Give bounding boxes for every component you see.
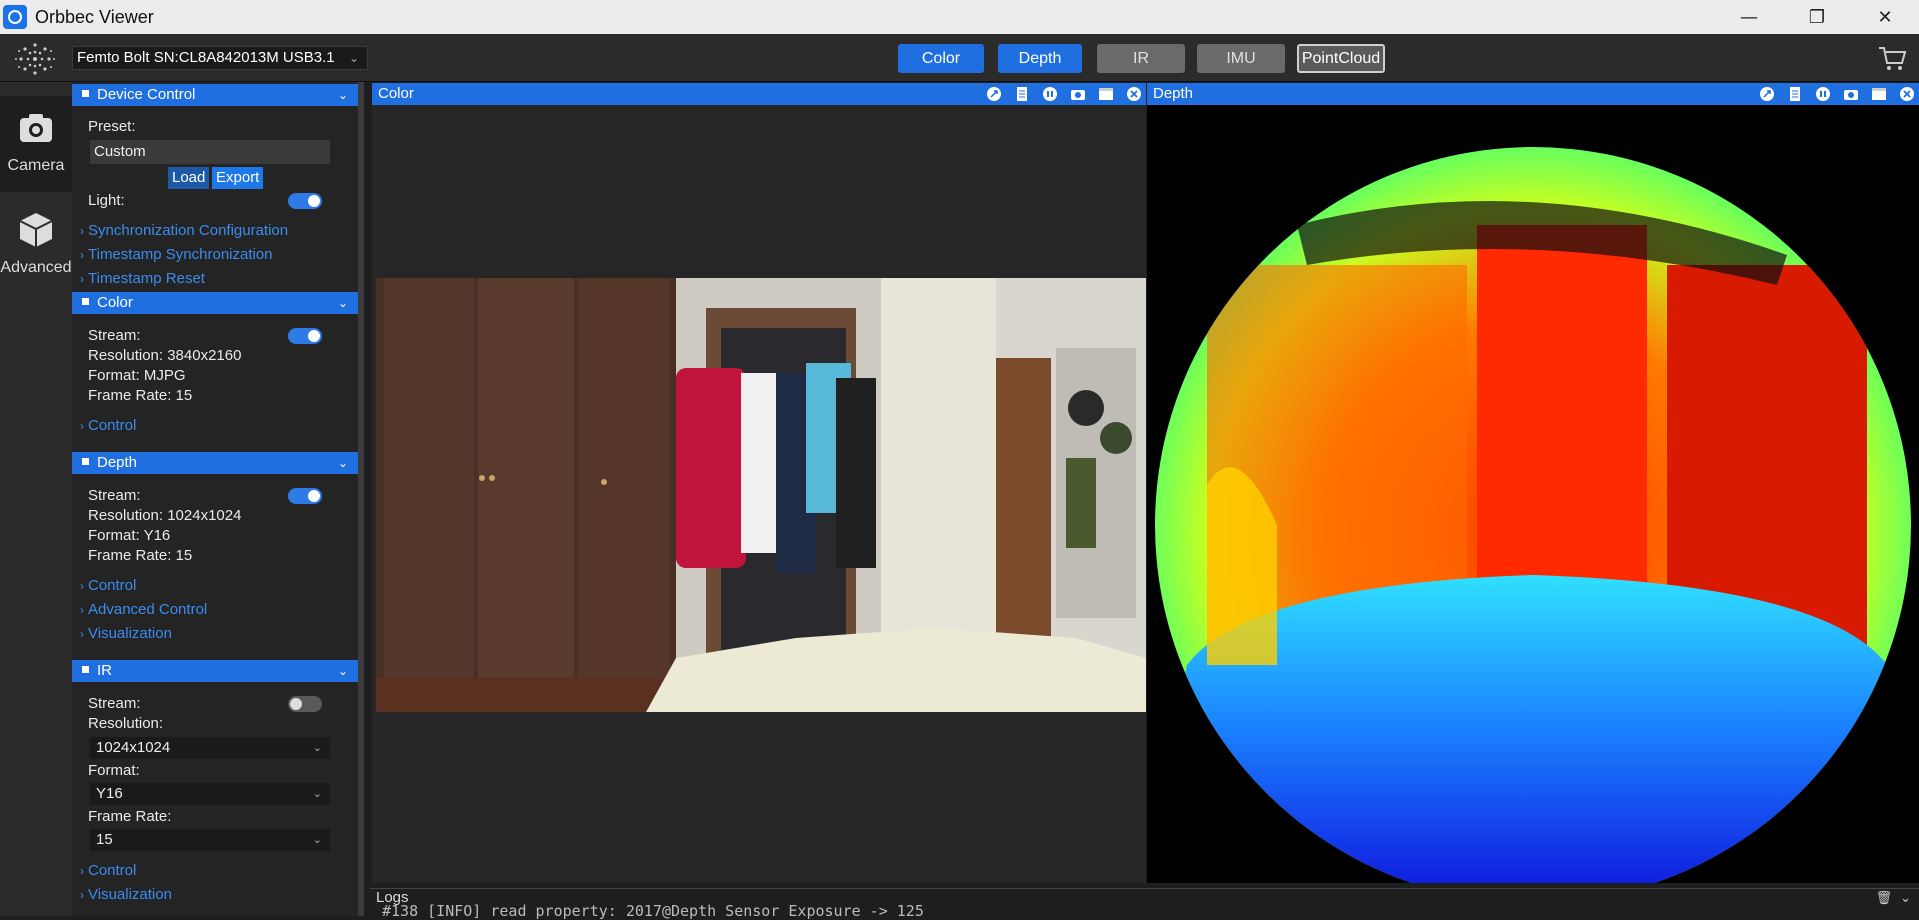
depth-section-title: Depth [97,454,138,471]
restore-icon[interactable]: ❐ [1783,0,1851,34]
control-panel: Device Control ⌄ Preset: Custom Load Exp… [72,82,364,916]
info-icon[interactable] [1787,86,1803,102]
device-select[interactable]: Femto Bolt SN:CL8A842013M USB3.1 ⌄ [72,46,368,70]
record-icon[interactable] [1098,86,1114,102]
minimize-icon[interactable]: — [1715,0,1783,34]
depth-view-title: Depth [1153,85,1194,102]
color-frame-rate: Frame Rate: 15 [88,387,193,404]
device-control-title: Device Control [97,86,196,103]
preset-input[interactable]: Custom [90,140,330,164]
nav-advanced-label: Advanced [0,259,72,276]
left-nav: Camera Advanced [0,82,72,916]
cube-icon [19,213,53,247]
main-toolbar: Femto Bolt SN:CL8A842013M USB3.1 ⌄ Color… [0,34,1919,82]
info-icon[interactable] [1014,86,1030,102]
record-icon[interactable] [1871,86,1887,102]
color-stream-label: Stream: [88,327,141,344]
depth-view-header: Depth [1147,83,1919,105]
ir-stream-label: Stream: [88,695,141,712]
imu-stream-button[interactable]: IMU [1197,44,1285,73]
color-resolution: Resolution: 3840x2160 [88,347,242,364]
color-section-header[interactable]: Color ⌄ [72,292,358,314]
color-view [372,105,1146,883]
pause-icon[interactable] [1042,86,1058,102]
device-select-value: Femto Bolt SN:CL8A842013M USB3.1 [77,49,335,66]
snapshot-icon[interactable] [1843,86,1859,102]
device-control-header[interactable]: Device Control ⌄ [72,84,358,106]
ir-format-label: Format: [88,762,140,779]
color-image [376,278,1146,712]
expand-icon[interactable] [986,86,1002,102]
orbbec-app-icon [3,5,27,29]
ir-stream-toggle[interactable] [288,696,322,712]
depth-frame-rate: Frame Rate: 15 [88,547,193,564]
ir-section-title: IR [97,662,112,679]
load-button[interactable]: Load [168,167,210,189]
chevron-down-icon: ⌄ [348,51,359,65]
ir-frame-rate-label: Frame Rate: [88,808,172,825]
ir-frame-rate-select[interactable]: 15 ⌄ [90,829,330,851]
depth-stream-toggle[interactable] [288,488,322,504]
depth-view [1147,105,1919,883]
depth-image [1155,147,1911,883]
expand-icon[interactable] [1759,86,1775,102]
logs-panel: Logs #138 [INFO] read property: 2017@Dep… [370,888,1919,920]
chevron-down-icon: ⌄ [337,664,348,678]
color-format: Format: MJPG [88,367,186,384]
chevron-down-icon: ⌄ [312,742,322,754]
depth-section-header[interactable]: Depth ⌄ [72,452,358,474]
color-section-title: Color [97,294,133,311]
nav-camera[interactable]: Camera [0,96,72,192]
window-title: Orbbec Viewer [35,6,154,27]
depth-stream-button[interactable]: Depth [998,44,1082,73]
ir-stream-button[interactable]: IR [1097,44,1185,73]
close-icon[interactable]: ✕ [1851,0,1919,34]
color-control-link[interactable]: › Control [80,417,136,434]
pause-icon[interactable] [1815,86,1831,102]
color-view-header: Color [372,83,1146,105]
title-bar: Orbbec Viewer — ❐ ✕ [0,0,1919,34]
export-button[interactable]: Export [212,167,264,189]
ir-format-select[interactable]: Y16 ⌄ [90,783,330,805]
chevron-down-icon[interactable]: ⌄ [1900,891,1911,906]
chevron-down-icon: ⌄ [312,788,322,800]
chevron-down-icon: ⌄ [337,88,348,102]
log-line: #138 [INFO] read property: 2017@Depth Se… [382,902,924,920]
ir-visualization-link[interactable]: › Visualization [80,886,172,903]
depth-format: Format: Y16 [88,527,171,544]
color-view-title: Color [378,85,414,102]
chevron-down-icon: ⌄ [312,834,322,846]
nav-camera-label: Camera [7,157,65,174]
ir-control-link[interactable]: › Control [80,862,136,879]
ir-resolution-label: Resolution: [88,715,164,732]
light-toggle[interactable] [288,193,322,209]
snapshot-icon[interactable] [1070,86,1086,102]
timestamp-reset-link[interactable]: › Timestamp Reset [80,270,205,287]
camera-icon [20,114,52,142]
depth-visualization-link[interactable]: › Visualization [80,625,172,642]
ir-resolution-select[interactable]: 1024x1024 ⌄ [90,737,330,759]
close-view-icon[interactable] [1126,86,1142,102]
ir-section-header[interactable]: IR ⌄ [72,660,358,682]
nav-advanced[interactable]: Advanced [0,198,72,294]
orbbec-logo-icon [15,43,55,75]
cart-icon[interactable] [1877,44,1907,72]
color-stream-button[interactable]: Color [898,44,984,73]
light-label: Light: [88,192,125,209]
close-view-icon[interactable] [1899,86,1915,102]
depth-resolution: Resolution: 1024x1024 [88,507,242,524]
depth-control-link[interactable]: › Control [80,577,136,594]
pointcloud-stream-button[interactable]: PointCloud [1297,44,1385,73]
trash-icon[interactable]: 🗑 [1876,891,1893,906]
depth-advanced-control-link[interactable]: › Advanced Control [80,601,207,618]
sync-config-link[interactable]: › Synchronization Configuration [80,222,288,239]
preset-label: Preset: [88,118,136,135]
chevron-down-icon: ⌄ [337,296,348,310]
timestamp-sync-link[interactable]: › Timestamp Synchronization [80,246,273,263]
depth-stream-label: Stream: [88,487,141,504]
color-stream-toggle[interactable] [288,328,322,344]
chevron-down-icon: ⌄ [337,456,348,470]
